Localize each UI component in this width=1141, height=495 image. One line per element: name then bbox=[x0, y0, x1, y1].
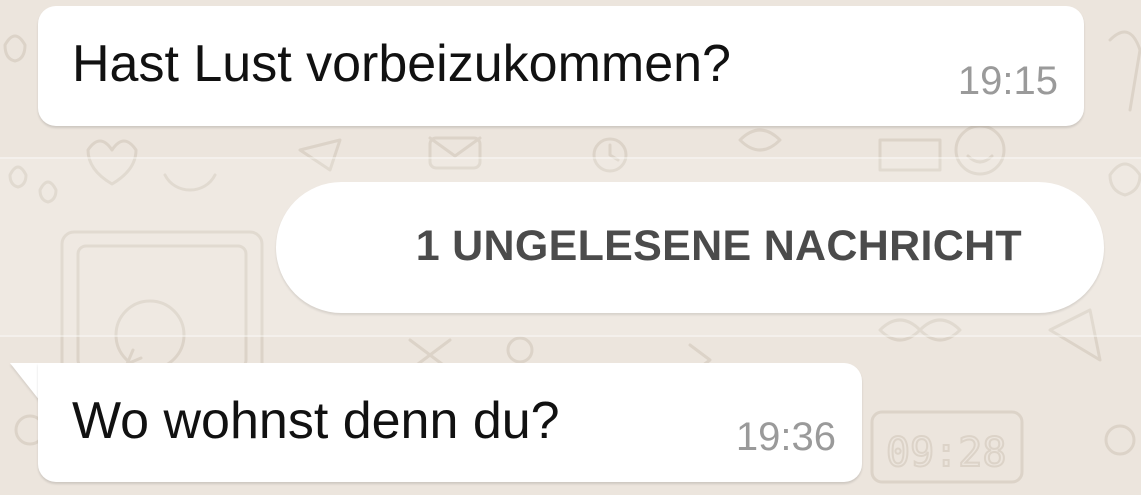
ice-cream-doodle bbox=[1108, 30, 1141, 112]
message-text: Wo wohnst denn du? bbox=[72, 392, 560, 450]
incoming-message-bubble[interactable]: Wo wohnst denn du? 19:36 bbox=[38, 363, 862, 482]
envelope-flap-doodle bbox=[428, 136, 482, 158]
drop-doodle-3 bbox=[3, 34, 27, 63]
leaf-doodle bbox=[738, 128, 782, 152]
incoming-message-bubble[interactable]: Hast Lust vorbeizukommen? 19:15 bbox=[38, 6, 1084, 126]
circle-doodle-2 bbox=[506, 336, 534, 364]
digital-clock-doodle-text: 09:28 bbox=[886, 430, 1006, 476]
unread-messages-label: 1 UNGELESENE NACHRICHT bbox=[415, 222, 1022, 270]
message-text: Hast Lust vorbeizukommen? bbox=[72, 35, 731, 93]
unread-messages-divider: 1 UNGELESENE NACHRICHT bbox=[276, 182, 1104, 313]
circle-doodle-3 bbox=[1104, 424, 1136, 456]
whatsapp-logo-tail-doodle bbox=[125, 348, 143, 366]
message-timestamp: 19:36 bbox=[735, 415, 836, 459]
message-timestamp: 19:15 bbox=[957, 59, 1058, 103]
message-bubble-tail bbox=[10, 363, 40, 401]
